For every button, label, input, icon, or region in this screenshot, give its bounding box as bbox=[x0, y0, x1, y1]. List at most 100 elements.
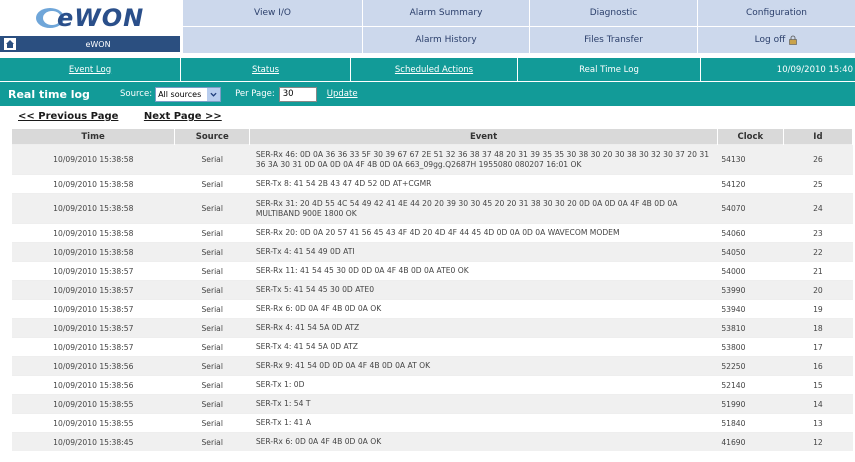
nav-log-off[interactable]: Log off bbox=[698, 27, 855, 53]
cell-time: 10/09/2010 15:38:58 bbox=[12, 174, 175, 194]
cell-time: 10/09/2010 15:38:55 bbox=[12, 394, 175, 414]
cell-time: 10/09/2010 15:38:58 bbox=[12, 223, 175, 243]
next-page-link[interactable]: Next Page >> bbox=[144, 111, 222, 122]
cell-source: Serial bbox=[174, 337, 250, 357]
table-row: 10/09/2010 15:38:57 Serial SER-Rx 6: 0D 0A… bbox=[12, 299, 853, 319]
cell-event: SER-Tx 8: 41 54 2B 43 47 4D 52 0D AT+CGM… bbox=[249, 174, 718, 194]
cell-clock: 54120 bbox=[717, 174, 784, 194]
source-label: Source: bbox=[120, 89, 153, 99]
per-page-label: Per Page: bbox=[235, 89, 275, 99]
source-select[interactable]: All sources bbox=[155, 86, 222, 102]
cell-clock: 54070 bbox=[717, 193, 784, 224]
previous-page-link[interactable]: << Previous Page bbox=[18, 111, 118, 122]
tab-real-time-log[interactable]: Real Time Log bbox=[518, 58, 701, 81]
table-row: 10/09/2010 15:38:58 Serial SER-Rx 46: 0D 0… bbox=[12, 144, 853, 175]
cell-event: SER-Rx 11: 41 54 45 30 0D 0D 0A 4F 4B 0D… bbox=[249, 261, 718, 281]
table-row: 10/09/2010 15:38:55 Serial SER-Tx 1: 54 T5… bbox=[12, 394, 853, 414]
cell-id: 23 bbox=[783, 223, 853, 243]
cell-id: 12 bbox=[783, 432, 853, 451]
cell-id: 18 bbox=[783, 318, 853, 338]
cell-time: 10/09/2010 15:38:55 bbox=[12, 413, 175, 433]
cell-event: SER-Rx 9: 41 54 0D 0D 0A 4F 4B 0D 0A AT … bbox=[249, 356, 718, 376]
cell-id: 20 bbox=[783, 280, 853, 300]
cell-id: 24 bbox=[783, 193, 853, 224]
column-header-time: Time bbox=[12, 129, 176, 145]
cell-event: SER-Tx 5: 41 54 45 30 0D ATE0 bbox=[249, 280, 718, 300]
cell-id: 13 bbox=[783, 413, 853, 433]
tab-scheduled-actions[interactable]: Scheduled Actions bbox=[351, 58, 518, 81]
cell-time: 10/09/2010 15:38:58 bbox=[12, 193, 175, 224]
cell-source: Serial bbox=[174, 242, 250, 262]
cell-time: 10/09/2010 15:38:57 bbox=[12, 337, 175, 357]
cell-event: SER-Rx 4: 41 54 5A 0D ATZ bbox=[249, 318, 718, 338]
cell-clock: 54060 bbox=[717, 223, 784, 243]
chevron-down-icon[interactable] bbox=[207, 87, 221, 101]
cell-id: 22 bbox=[783, 242, 853, 262]
home-icon[interactable] bbox=[4, 38, 16, 50]
cell-event: SER-Rx 46: 0D 0A 36 36 33 5F 30 39 67 67… bbox=[249, 144, 718, 175]
cell-source: Serial bbox=[174, 174, 250, 194]
table-header-row: Time Source Event Clock Id bbox=[12, 129, 854, 145]
cell-id: 14 bbox=[783, 394, 853, 414]
cell-time: 10/09/2010 15:38:57 bbox=[12, 318, 175, 338]
cell-id: 19 bbox=[783, 299, 853, 319]
cell-event: SER-Tx 4: 41 54 49 0D ATI bbox=[249, 242, 718, 262]
cell-clock: 52250 bbox=[717, 356, 784, 376]
cell-source: Serial bbox=[174, 356, 250, 376]
cell-event: SER-Tx 1: 54 T bbox=[249, 394, 718, 414]
cell-time: 10/09/2010 15:38:57 bbox=[12, 261, 175, 281]
cell-clock: 53940 bbox=[717, 299, 784, 319]
tab-status[interactable]: Status bbox=[181, 58, 351, 81]
table-row: 10/09/2010 15:38:58 Serial SER-Rx 20: 0D 0… bbox=[12, 223, 853, 243]
cell-id: 16 bbox=[783, 356, 853, 376]
cell-source: Serial bbox=[174, 193, 250, 224]
logo-area: eWON eWON bbox=[0, 0, 182, 55]
cell-clock: 53800 bbox=[717, 337, 784, 357]
cell-source: Serial bbox=[174, 299, 250, 319]
cell-clock: 53990 bbox=[717, 280, 784, 300]
source-select-value: All sources bbox=[158, 89, 202, 99]
cell-event: SER-Rx 6: 0D 0A 4F 4B 0D 0A OK bbox=[249, 299, 718, 319]
datetime-display: 10/09/2010 15:40 bbox=[701, 58, 855, 81]
column-header-clock: Clock bbox=[717, 129, 784, 145]
update-link[interactable]: Update bbox=[327, 89, 358, 99]
nav-view-io[interactable]: View I/O bbox=[183, 0, 363, 26]
device-bar: eWON bbox=[0, 36, 180, 52]
sub-navigation: Event Log Status Scheduled Actions Real … bbox=[0, 58, 855, 81]
table-row: 10/09/2010 15:38:56 Serial SER-Tx 1: 0D 521… bbox=[12, 375, 853, 395]
column-header-event: Event bbox=[249, 129, 718, 145]
cell-id: 15 bbox=[783, 375, 853, 395]
nav-alarm-summary[interactable]: Alarm Summary bbox=[363, 0, 530, 26]
log-table: Time Source Event Clock Id 10/09/2010 15… bbox=[12, 129, 854, 451]
cell-source: Serial bbox=[174, 394, 250, 414]
cell-clock: 51840 bbox=[717, 413, 784, 433]
cell-time: 10/09/2010 15:38:57 bbox=[12, 299, 175, 319]
page-title: Real time log bbox=[8, 87, 90, 101]
cell-clock: 52140 bbox=[717, 375, 784, 395]
cell-source: Serial bbox=[174, 261, 250, 281]
table-row: 10/09/2010 15:38:58 Serial SER-Rx 31: 20 4… bbox=[12, 193, 853, 224]
device-name: eWON bbox=[85, 39, 111, 49]
table-row: 10/09/2010 15:38:57 Serial SER-Rx 11: 41 5… bbox=[12, 261, 853, 281]
nav-alarm-history[interactable]: Alarm History bbox=[363, 27, 530, 53]
column-header-id: Id bbox=[783, 129, 854, 145]
nav-diagnostic[interactable]: Diagnostic bbox=[530, 0, 698, 26]
nav-files-transfer[interactable]: Files Transfer bbox=[530, 27, 698, 53]
cell-time: 10/09/2010 15:38:56 bbox=[12, 375, 175, 395]
lock-icon bbox=[789, 35, 798, 45]
top-navigation: View I/O Alarm Summary Diagnostic Config… bbox=[183, 0, 855, 55]
cell-id: 25 bbox=[783, 174, 853, 194]
tab-event-log[interactable]: Event Log bbox=[0, 58, 181, 81]
table-row: 10/09/2010 15:38:55 Serial SER-Tx 1: 41 A5… bbox=[12, 413, 853, 433]
cell-clock: 54130 bbox=[717, 144, 784, 175]
cell-clock: 53810 bbox=[717, 318, 784, 338]
ewon-logo[interactable]: eWON bbox=[35, 4, 144, 32]
cell-source: Serial bbox=[174, 223, 250, 243]
log-off-label: Log off bbox=[754, 35, 786, 45]
table-row: 10/09/2010 15:38:57 Serial SER-Tx 4: 41 54… bbox=[12, 337, 853, 357]
column-header-source: Source bbox=[174, 129, 251, 145]
cell-event: SER-Rx 6: 0D 0A 4F 4B 0D 0A OK bbox=[249, 432, 718, 451]
nav-configuration[interactable]: Configuration bbox=[698, 0, 855, 26]
per-page-input[interactable]: 30 bbox=[278, 86, 317, 102]
cell-source: Serial bbox=[174, 413, 250, 433]
